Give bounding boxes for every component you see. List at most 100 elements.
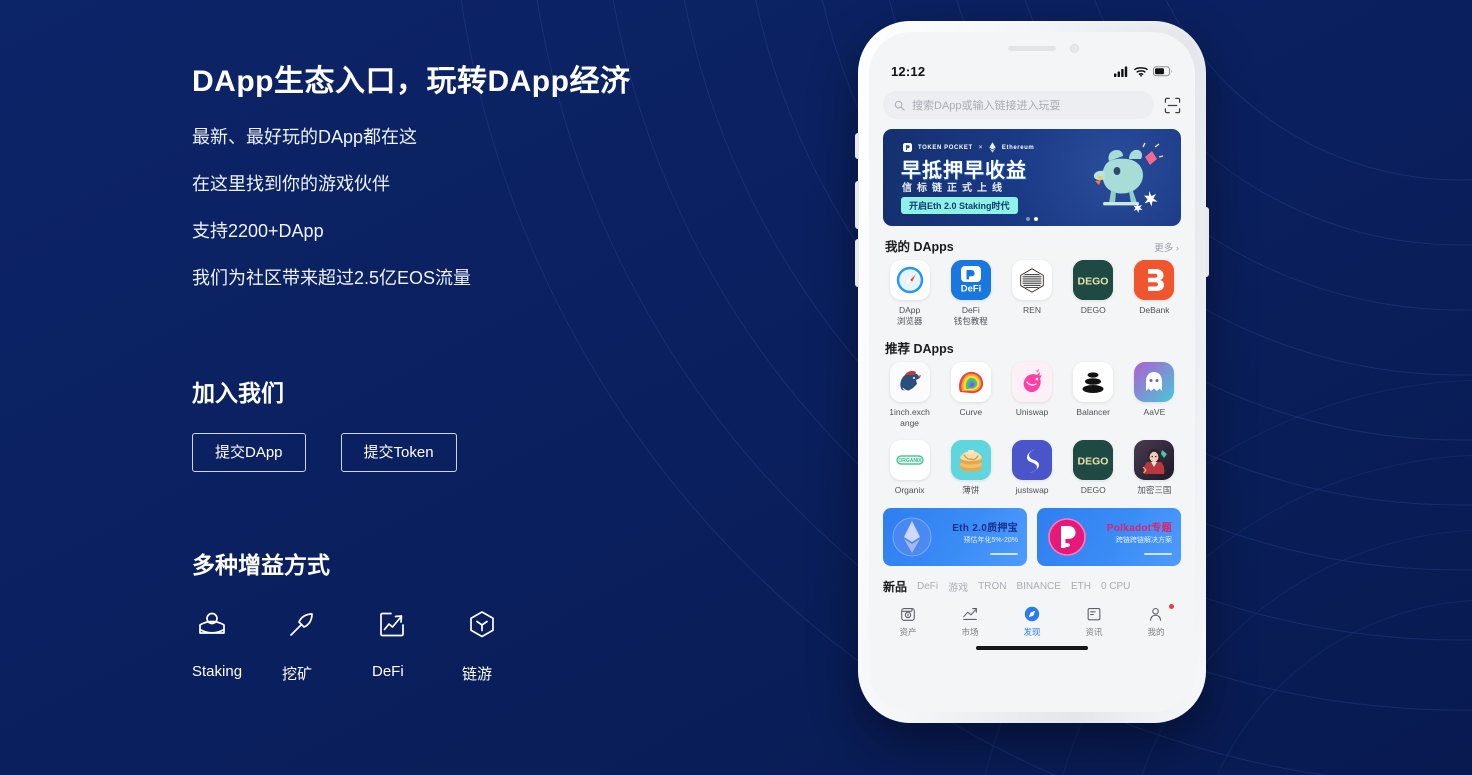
dapp-item-dego[interactable]: DEGO DEGO [1063, 260, 1124, 328]
dapp-label: justswap [1015, 484, 1049, 495]
submit-dapp-button[interactable]: 提交DApp [192, 433, 306, 472]
nav-label: 市场 [961, 627, 979, 638]
dapp-item-1inch[interactable]: 1inch.exch ange [879, 361, 940, 430]
my-dapps-grid: DApp 浏览器 DeFi DeFi 钱包教程 REN DEGO DEGO De… [869, 260, 1195, 328]
phone-notch-area [869, 32, 1195, 66]
dapp-label: Organix [894, 484, 925, 495]
promo-card-row: Eth 2.0质押宝 预估年化5%-20% Polkadot专题 跨链跨链解决方… [869, 496, 1195, 567]
dapp-label: DApp 浏览器 [896, 305, 923, 327]
tab-eth[interactable]: ETH [1071, 581, 1091, 592]
tokenpocket-defi-icon: DeFi [950, 260, 991, 300]
dapp-item-browser[interactable]: DApp 浏览器 [879, 260, 940, 328]
dapp-item-debank[interactable]: DeBank [1124, 260, 1185, 328]
nav-item-discover[interactable]: 发现 [1001, 605, 1063, 638]
dapp-label: 加密三国 [1137, 484, 1172, 495]
dapp-label: DeBank [1139, 305, 1170, 315]
carousel-dot-active[interactable] [1034, 217, 1038, 221]
dapp-item-pancake[interactable]: 薄饼 [940, 439, 1001, 496]
list-item: 在这里找到你的游戏伙伴 [192, 174, 390, 194]
banner-brand-row: TOKEN POCKET × Ethereum [903, 142, 1034, 153]
earpiece-speaker [1008, 46, 1056, 51]
mute-switch[interactable] [855, 133, 859, 159]
dapp-item-dego-2[interactable]: DEGO DEGO [1063, 439, 1124, 496]
dapp-item-justswap[interactable]: justswap [1001, 439, 1062, 496]
way-item-staking[interactable]: Staking [192, 603, 282, 684]
way-label: DeFi [372, 663, 404, 680]
nav-item-mine[interactable]: 我的 [1125, 604, 1187, 638]
volume-down-button[interactable] [855, 239, 859, 287]
polkadot-icon [1048, 518, 1086, 557]
dapp-item-three-kingdoms[interactable]: 加密三国 [1124, 439, 1185, 496]
promo-subtitle: 预估年化5%-20% [963, 537, 1018, 545]
ren-cube-icon [1012, 260, 1052, 300]
dapp-label: DEGO [1080, 484, 1106, 495]
promo-title: Eth 2.0质押宝 [952, 523, 1018, 535]
eth-crystal-icon [892, 517, 932, 557]
dapp-label: DEGO [1080, 305, 1106, 315]
dapp-item-curve[interactable]: Curve [940, 361, 1001, 430]
nav-label: 资讯 [1085, 627, 1103, 638]
scan-icon[interactable] [1164, 97, 1181, 114]
tab-new[interactable]: 新品 [883, 578, 907, 595]
banner-carousel-dots[interactable] [1026, 217, 1038, 221]
promo-banner[interactable]: TOKEN POCKET × Ethereum 早抵押早收益 信标链正式上线 开… [883, 129, 1181, 226]
promo-card-eth-staking[interactable]: Eth 2.0质押宝 预估年化5%-20% [883, 508, 1027, 567]
banner-brand-x: × [978, 144, 983, 151]
search-row: 搜索DApp或输入链接进入玩耍 [869, 82, 1195, 127]
tab-tron[interactable]: TRON [978, 581, 1006, 592]
dapp-label: 1inch.exch ange [889, 406, 930, 429]
svg-text:DeFi: DeFi [961, 284, 982, 295]
recommend-dapps-header: 推荐 DApps [869, 328, 1195, 362]
svg-text:DEGO: DEGO [1078, 455, 1109, 467]
dego-icon: DEGO [1073, 260, 1114, 300]
way-label: Staking [192, 663, 243, 680]
person-icon [1150, 608, 1162, 622]
justswap-icon [1012, 439, 1052, 480]
tab-defi[interactable]: DeFi [917, 581, 938, 592]
my-dapps-title: 我的 DApps [885, 240, 954, 254]
list-item: 最新、最好玩的DApp都在这 [192, 127, 418, 147]
cube-icon [462, 603, 502, 645]
way-item-defi[interactable]: DeFi [372, 603, 462, 684]
home-indicator[interactable] [976, 646, 1088, 651]
search-input[interactable]: 搜索DApp或输入链接进入玩耍 [883, 91, 1154, 119]
dapp-label: AaVE [1143, 406, 1166, 417]
hero-content: DApp生态入口，玩转DApp经济 最新、最好玩的DApp都在这 在这里找到你的… [192, 0, 812, 775]
nav-item-news[interactable]: 资讯 [1063, 605, 1125, 638]
way-item-mining[interactable]: 挖矿 [282, 603, 372, 684]
power-button[interactable] [1205, 207, 1209, 277]
ways-heading: 多种增益方式 [192, 552, 330, 578]
feature-bullet-list: 最新、最好玩的DApp都在这 在这里找到你的游戏伙伴 支持2200+DApp 我… [192, 128, 471, 316]
organix-icon: ORGANIX [889, 439, 930, 480]
dapp-item-organix[interactable]: ORGANIX Organix [879, 439, 940, 496]
wallet-icon [901, 608, 915, 622]
way-item-gamefi[interactable]: 链游 [462, 603, 552, 684]
aave-ghost-icon [1134, 361, 1175, 402]
promo-card-polkadot[interactable]: Polkadot专题 跨链跨链解决方案 [1037, 508, 1181, 567]
dapp-item-uniswap[interactable]: Uniswap [1001, 361, 1062, 430]
dapp-item-balancer[interactable]: Balancer [1063, 361, 1124, 430]
my-dapps-more-link[interactable]: 更多 › [1154, 240, 1179, 254]
nav-label: 发现 [1023, 627, 1041, 638]
tab-binance[interactable]: BINANCE [1016, 581, 1060, 592]
dapp-label: 薄饼 [962, 484, 980, 495]
submit-token-button[interactable]: 提交Token [340, 433, 457, 472]
dapp-item-aave[interactable]: AaVE [1124, 361, 1185, 430]
news-icon [1087, 608, 1101, 621]
nav-item-market[interactable]: 市场 [939, 605, 1001, 638]
svg-text:ORGANIX: ORGANIX [898, 458, 922, 464]
rhino-mascot-icon [1093, 142, 1164, 213]
dapp-label: Balancer [1076, 406, 1110, 417]
phone-mockup: 12:12 搜索DApp或输入链接进入玩耍 TOKEN POCKET × Eth… [855, 21, 1209, 723]
debank-icon [1134, 260, 1175, 300]
carousel-dot[interactable] [1026, 217, 1030, 221]
banner-brand-left: TOKEN POCKET [918, 144, 973, 151]
tab-zero-cpu[interactable]: 0 CPU [1101, 581, 1130, 592]
dapp-label: Curve [959, 406, 983, 417]
tab-games[interactable]: 游戏 [948, 579, 968, 594]
nav-item-assets[interactable]: 资产 [877, 605, 939, 638]
dapp-item-defi-tutorial[interactable]: DeFi DeFi 钱包教程 [940, 260, 1001, 328]
dapp-item-ren[interactable]: REN [1001, 260, 1062, 328]
volume-up-button[interactable] [855, 181, 859, 229]
banner-subline: 信标链正式上线 [902, 183, 1007, 194]
